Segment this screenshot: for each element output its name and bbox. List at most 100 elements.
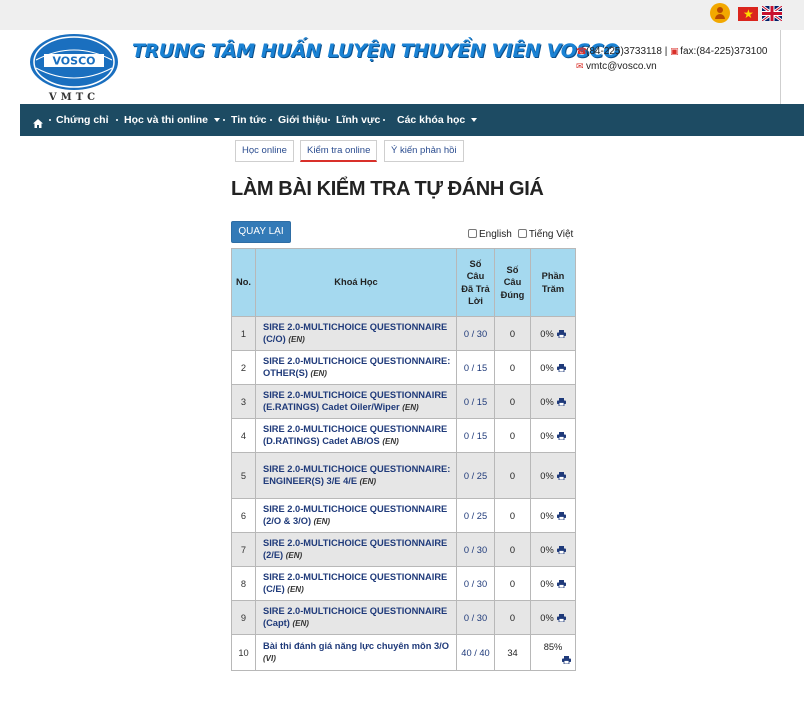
phone-number: (84-225)3733118 xyxy=(586,46,662,57)
phone-icon: ☎ xyxy=(576,46,588,56)
table-row: 5 SIRE 2.0-MULTICHOICE QUESTIONNAIRE: EN… xyxy=(231,452,576,499)
vosco-logo[interactable]: VOSCO VMTC xyxy=(28,30,124,104)
answered-count[interactable]: 0 / 15 xyxy=(456,384,495,419)
nav-item-about[interactable]: Giới thiệu xyxy=(278,104,327,136)
caret-down-icon xyxy=(471,118,478,123)
course-link[interactable]: SIRE 2.0-MULTICHOICE QUESTIONNAIRE (Capt… xyxy=(255,600,457,635)
course-language: (EN) xyxy=(359,477,377,486)
home-icon[interactable] xyxy=(33,115,43,128)
course-link[interactable]: SIRE 2.0-MULTICHOICE QUESTIONNAIRE: OTHE… xyxy=(255,350,457,385)
nav-label: Lĩnh vực xyxy=(336,114,381,126)
percent-cell: 0% xyxy=(530,498,576,533)
nav-separator xyxy=(383,119,385,121)
course-name[interactable]: SIRE 2.0-MULTICHOICE QUESTIONNAIRE (2/O … xyxy=(263,504,447,526)
row-number: 3 xyxy=(231,384,256,419)
table-row: 7 SIRE 2.0-MULTICHOICE QUESTIONNAIRE (2/… xyxy=(231,532,576,567)
nav-separator xyxy=(116,119,118,121)
percent-value: 0% xyxy=(540,544,554,555)
percent-value: 85% xyxy=(543,642,563,652)
flag-vietnam-icon[interactable]: ★ xyxy=(738,7,758,21)
flag-uk-icon[interactable] xyxy=(762,6,782,21)
course-name[interactable]: SIRE 2.0-MULTICHOICE QUESTIONNAIRE (D.RA… xyxy=(263,424,447,446)
nav-item-certificates[interactable]: Chứng chỉ xyxy=(56,104,109,136)
percent-cell: 0% xyxy=(530,384,576,419)
nav-item-news[interactable]: Tin tức xyxy=(231,104,266,136)
tab-online-learning[interactable]: Học online xyxy=(235,140,294,162)
page-title: LÀM BÀI KIỂM TRA TỰ ĐÁNH GIÁ xyxy=(231,178,544,200)
print-icon[interactable] xyxy=(556,471,566,480)
top-bar: ★ xyxy=(0,0,804,30)
correct-count: 0 xyxy=(494,600,531,635)
print-icon[interactable] xyxy=(556,329,566,338)
nav-label: Chứng chỉ xyxy=(56,114,109,126)
course-link[interactable]: SIRE 2.0-MULTICHOICE QUESTIONNAIRE (D.RA… xyxy=(255,418,457,453)
answered-count[interactable]: 40 / 40 xyxy=(456,634,495,671)
table-row: 4 SIRE 2.0-MULTICHOICE QUESTIONNAIRE (D.… xyxy=(231,418,576,453)
row-number: 2 xyxy=(231,350,256,385)
print-icon[interactable] xyxy=(556,397,566,406)
user-circle-icon[interactable] xyxy=(710,3,730,23)
table-row: 9 SIRE 2.0-MULTICHOICE QUESTIONNAIRE (Ca… xyxy=(231,600,576,635)
answered-count[interactable]: 0 / 25 xyxy=(456,498,495,533)
header-correct-line: Câu xyxy=(503,277,522,288)
percent-cell: 0% xyxy=(530,566,576,601)
email-link[interactable]: vmtc@vosco.vn xyxy=(586,61,657,72)
answered-count[interactable]: 0 / 15 xyxy=(456,350,495,385)
nav-label: Các khóa học xyxy=(397,114,466,126)
nav-separator xyxy=(328,119,330,121)
percent-value: 0% xyxy=(540,510,554,521)
print-icon[interactable] xyxy=(556,363,566,372)
course-name[interactable]: SIRE 2.0-MULTICHOICE QUESTIONNAIRE (E.RA… xyxy=(263,390,447,412)
answered-count[interactable]: 0 / 30 xyxy=(456,566,495,601)
percent-cell: 85% xyxy=(530,634,576,671)
contact-info: ☎(84-225)3733118 | ▣fax:(84-225)373100 ✉… xyxy=(576,44,767,74)
nav-label: Giới thiệu xyxy=(278,114,328,126)
print-icon[interactable] xyxy=(556,579,566,588)
table-header-row: No. Khoá Học Số Câu Đã Trả Lời Số Câu Đú… xyxy=(231,248,576,317)
course-name[interactable]: Bài thi đánh giá năng lực chuyên môn 3/O xyxy=(263,641,449,651)
print-icon[interactable] xyxy=(556,613,566,622)
course-link[interactable]: SIRE 2.0-MULTICHOICE QUESTIONNAIRE (C/E)… xyxy=(255,566,457,601)
print-icon[interactable] xyxy=(556,431,566,440)
table-row: 2 SIRE 2.0-MULTICHOICE QUESTIONNAIRE: OT… xyxy=(231,350,576,385)
nav-item-online-learning[interactable]: Học và thi online xyxy=(124,104,221,136)
vietnamese-checkbox[interactable] xyxy=(517,229,527,238)
course-link[interactable]: SIRE 2.0-MULTICHOICE QUESTIONNAIRE (C/O)… xyxy=(255,316,457,351)
site-title[interactable]: TRUNG TÂM HUẤN LUYỆN THUYỀN VIÊN VOSCO xyxy=(132,40,619,62)
answered-count[interactable]: 0 / 25 xyxy=(456,452,495,499)
tab-feedback[interactable]: Ý kiến phản hồi xyxy=(384,140,464,162)
nav-separator xyxy=(270,119,272,121)
english-label[interactable]: English xyxy=(479,229,512,240)
answered-count[interactable]: 0 / 30 xyxy=(456,600,495,635)
header-course: Khoá Học xyxy=(255,248,457,317)
nav-item-courses[interactable]: Các khóa học xyxy=(397,104,478,136)
back-button[interactable]: QUAY LẠI xyxy=(231,221,291,243)
answered-count[interactable]: 0 / 30 xyxy=(456,316,495,351)
answered-count[interactable]: 0 / 30 xyxy=(456,532,495,567)
vietnamese-label[interactable]: Tiếng Việt xyxy=(529,229,573,240)
course-link[interactable]: SIRE 2.0-MULTICHOICE QUESTIONNAIRE (2/E)… xyxy=(255,532,457,567)
course-name[interactable]: SIRE 2.0-MULTICHOICE QUESTIONNAIRE (Capt… xyxy=(263,606,447,628)
header-correct-line: Số xyxy=(506,264,519,275)
course-name[interactable]: SIRE 2.0-MULTICHOICE QUESTIONNAIRE: OTHE… xyxy=(263,356,450,378)
site-header: VOSCO VMTC TRUNG TÂM HUẤN LUYỆN THUYỀN V… xyxy=(20,30,781,104)
nav-item-fields[interactable]: Lĩnh vực xyxy=(336,104,380,136)
course-link[interactable]: SIRE 2.0-MULTICHOICE QUESTIONNAIRE (E.RA… xyxy=(255,384,457,419)
course-language: (EN) xyxy=(285,551,303,560)
answered-count[interactable]: 0 / 15 xyxy=(456,418,495,453)
print-icon[interactable] xyxy=(556,545,566,554)
course-link[interactable]: SIRE 2.0-MULTICHOICE QUESTIONNAIRE (2/O … xyxy=(255,498,457,533)
correct-count: 34 xyxy=(494,634,531,671)
header-answered-line: Đã Trả xyxy=(461,283,490,294)
contact-separator: | xyxy=(664,46,668,57)
english-checkbox[interactable] xyxy=(468,229,477,238)
correct-count: 0 xyxy=(494,566,531,601)
nav-label: Tin tức xyxy=(231,114,267,126)
course-name[interactable]: SIRE 2.0-MULTICHOICE QUESTIONNAIRE: ENGI… xyxy=(263,464,450,486)
print-icon[interactable] xyxy=(556,511,566,520)
course-link[interactable]: Bài thi đánh giá năng lực chuyên môn 3/O… xyxy=(255,634,457,671)
tab-online-test[interactable]: Kiểm tra online xyxy=(300,140,378,162)
correct-count: 0 xyxy=(494,532,531,567)
course-link[interactable]: SIRE 2.0-MULTICHOICE QUESTIONNAIRE: ENGI… xyxy=(255,452,457,499)
print-icon[interactable] xyxy=(562,656,571,664)
